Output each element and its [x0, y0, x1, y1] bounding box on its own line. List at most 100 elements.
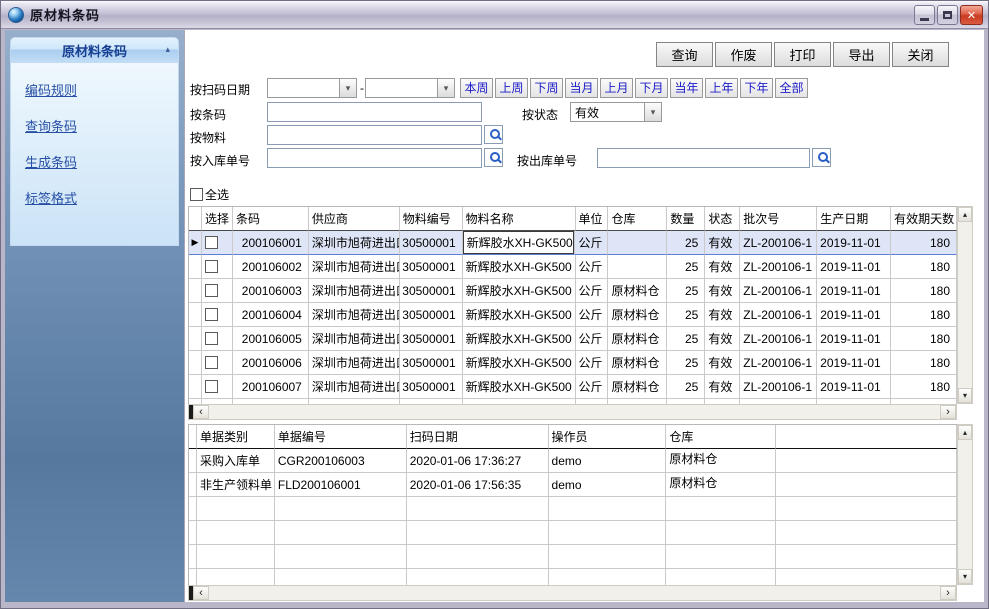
toolbar: 查询 作废 打印 导出 关闭 [656, 42, 949, 67]
table-row[interactable]: 200106004 深圳市旭荷进出口 30500001 新辉胶水XH-GK500… [189, 303, 957, 327]
sidebar-item-coding-rules[interactable]: 编码规则 [25, 80, 77, 99]
app-icon [8, 7, 24, 23]
scroll-up-icon[interactable]: ▴ [958, 207, 972, 222]
table-row[interactable]: 200106003 深圳市旭荷进出口 30500001 新辉胶水XH-GK500… [189, 279, 957, 303]
date-separator: - [360, 81, 364, 95]
material-filter-label: 按物料 [190, 129, 226, 146]
app-window: 原材料条码 ✕ 原材料条码 ▴ 编码规则 查询条码 生成条码 标签格式 查询 [0, 0, 989, 609]
row-checkbox[interactable] [205, 380, 218, 393]
scroll-right-icon[interactable]: › [940, 586, 956, 600]
scroll-up-icon[interactable]: ▴ [958, 425, 972, 440]
range-last-month[interactable]: 上月 [600, 78, 633, 98]
scroll-right-icon[interactable]: › [940, 405, 956, 419]
inbound-search-button[interactable] [484, 148, 503, 167]
document-table-vscrollbar[interactable]: ▴ ▾ [957, 424, 973, 585]
export-button[interactable]: 导出 [833, 42, 890, 67]
row-checkbox[interactable] [205, 284, 218, 297]
range-last-year[interactable]: 上年 [705, 78, 738, 98]
range-last-week[interactable]: 上周 [495, 78, 528, 98]
col-operator[interactable]: 操作员 [549, 425, 667, 449]
col-unit[interactable]: 单位 [576, 207, 609, 231]
empty-row [189, 497, 957, 521]
table-row[interactable]: ▶ 200106001 深圳市旭荷进出口 30500001 新辉胶水XH-GK5… [189, 231, 957, 255]
close-window-button[interactable]: ✕ [960, 5, 983, 25]
sidebar-item-generate-barcode[interactable]: 生成条码 [25, 152, 77, 171]
col-barcode[interactable]: 条码 [233, 207, 309, 231]
chevron-down-icon[interactable]: ▾ [437, 79, 454, 97]
print-button[interactable]: 打印 [774, 42, 831, 67]
sidebar-item-label-format[interactable]: 标签格式 [25, 188, 77, 207]
collapse-icon[interactable]: ▴ [165, 45, 170, 54]
barcode-input[interactable] [267, 102, 482, 122]
inbound-input[interactable] [267, 148, 482, 168]
range-next-month[interactable]: 下月 [635, 78, 668, 98]
query-button[interactable]: 查询 [656, 42, 713, 67]
range-all[interactable]: 全部 [775, 78, 808, 98]
current-row-icon: ▶ [192, 238, 199, 247]
select-all-label: 全选 [205, 186, 229, 203]
sidebar: 原材料条码 ▴ 编码规则 查询条码 生成条码 标签格式 [5, 30, 184, 602]
material-name-edit-cell[interactable]: 新辉胶水XH-GK500 [463, 231, 575, 254]
void-button[interactable]: 作废 [715, 42, 772, 67]
table-row[interactable]: 200106007 深圳市旭荷进出口 30500001 新辉胶水XH-GK500… [189, 375, 957, 399]
col-warehouse[interactable]: 仓库 [666, 425, 776, 449]
maximize-button[interactable] [937, 5, 958, 25]
col-doc-type[interactable]: 单据类别 [197, 425, 275, 449]
close-button[interactable]: 关闭 [892, 42, 949, 67]
outbound-search-button[interactable] [812, 148, 831, 167]
minimize-button[interactable] [914, 5, 935, 25]
row-selector-header [189, 207, 202, 231]
range-this-week[interactable]: 本周 [460, 78, 493, 98]
col-empty [776, 425, 957, 449]
col-supplier[interactable]: 供应商 [309, 207, 400, 231]
row-checkbox[interactable] [205, 308, 218, 321]
sidebar-panel: 原材料条码 ▴ 编码规则 查询条码 生成条码 标签格式 [11, 38, 178, 245]
material-input[interactable] [267, 125, 482, 145]
col-material-no[interactable]: 物料编号 [400, 207, 463, 231]
col-prod-date[interactable]: 生产日期 [817, 207, 891, 231]
table-row[interactable]: 200106006 深圳市旭荷进出口 30500001 新辉胶水XH-GK500… [189, 351, 957, 375]
col-doc-no[interactable]: 单据编号 [275, 425, 407, 449]
status-select[interactable]: 有效 ▾ [570, 102, 662, 122]
row-checkbox[interactable] [205, 236, 218, 249]
outbound-filter-label: 按出库单号 [517, 152, 577, 169]
empty-row [189, 545, 957, 569]
range-next-week[interactable]: 下周 [530, 78, 563, 98]
row-checkbox[interactable] [205, 260, 218, 273]
row-selector-header [189, 425, 197, 449]
list-item[interactable]: 采购入库单 CGR200106003 2020-01-06 17:36:27 d… [189, 449, 957, 473]
col-status[interactable]: 状态 [705, 207, 740, 231]
col-scan-date[interactable]: 扫码日期 [407, 425, 549, 449]
select-all: 全选 [190, 186, 229, 203]
range-next-year[interactable]: 下年 [740, 78, 773, 98]
chevron-down-icon[interactable]: ▾ [339, 79, 356, 97]
col-material-name[interactable]: 物料名称 [463, 207, 576, 231]
material-search-button[interactable] [484, 125, 503, 144]
scroll-left-icon[interactable]: ‹ [193, 405, 209, 419]
col-batch[interactable]: 批次号 [740, 207, 817, 231]
row-checkbox[interactable] [205, 332, 218, 345]
main-table-hscrollbar[interactable]: ‹ › [188, 404, 957, 420]
sidebar-item-query-barcode[interactable]: 查询条码 [25, 116, 77, 135]
select-all-checkbox[interactable] [190, 188, 203, 201]
col-warehouse[interactable]: 仓库 [608, 207, 667, 231]
outbound-input[interactable] [597, 148, 810, 168]
document-table-hscrollbar[interactable]: ‹ › [188, 585, 957, 601]
date-to-select[interactable]: ▾ [365, 78, 455, 98]
table-row[interactable]: 200106005 深圳市旭荷进出口 30500001 新辉胶水XH-GK500… [189, 327, 957, 351]
col-valid-days[interactable]: 有效期天数 [891, 207, 957, 231]
scroll-down-icon[interactable]: ▾ [958, 569, 972, 584]
row-checkbox[interactable] [205, 356, 218, 369]
list-item[interactable]: 非生产领料单 FLD200106001 2020-01-06 17:56:35 … [189, 473, 957, 497]
date-from-select[interactable]: ▾ [267, 78, 357, 98]
chevron-down-icon[interactable]: ▾ [644, 103, 661, 121]
scroll-left-icon[interactable]: ‹ [193, 586, 209, 600]
table-row[interactable]: 200106002 深圳市旭荷进出口 30500001 新辉胶水XH-GK500… [189, 255, 957, 279]
main-table-vscrollbar[interactable]: ▴ ▾ [957, 206, 973, 404]
range-this-month[interactable]: 当月 [565, 78, 598, 98]
col-qty[interactable]: 数量 [667, 207, 705, 231]
col-select[interactable]: 选择 [202, 207, 233, 231]
sidebar-panel-header[interactable]: 原材料条码 ▴ [11, 38, 178, 63]
scroll-down-icon[interactable]: ▾ [958, 388, 972, 403]
range-this-year[interactable]: 当年 [670, 78, 703, 98]
